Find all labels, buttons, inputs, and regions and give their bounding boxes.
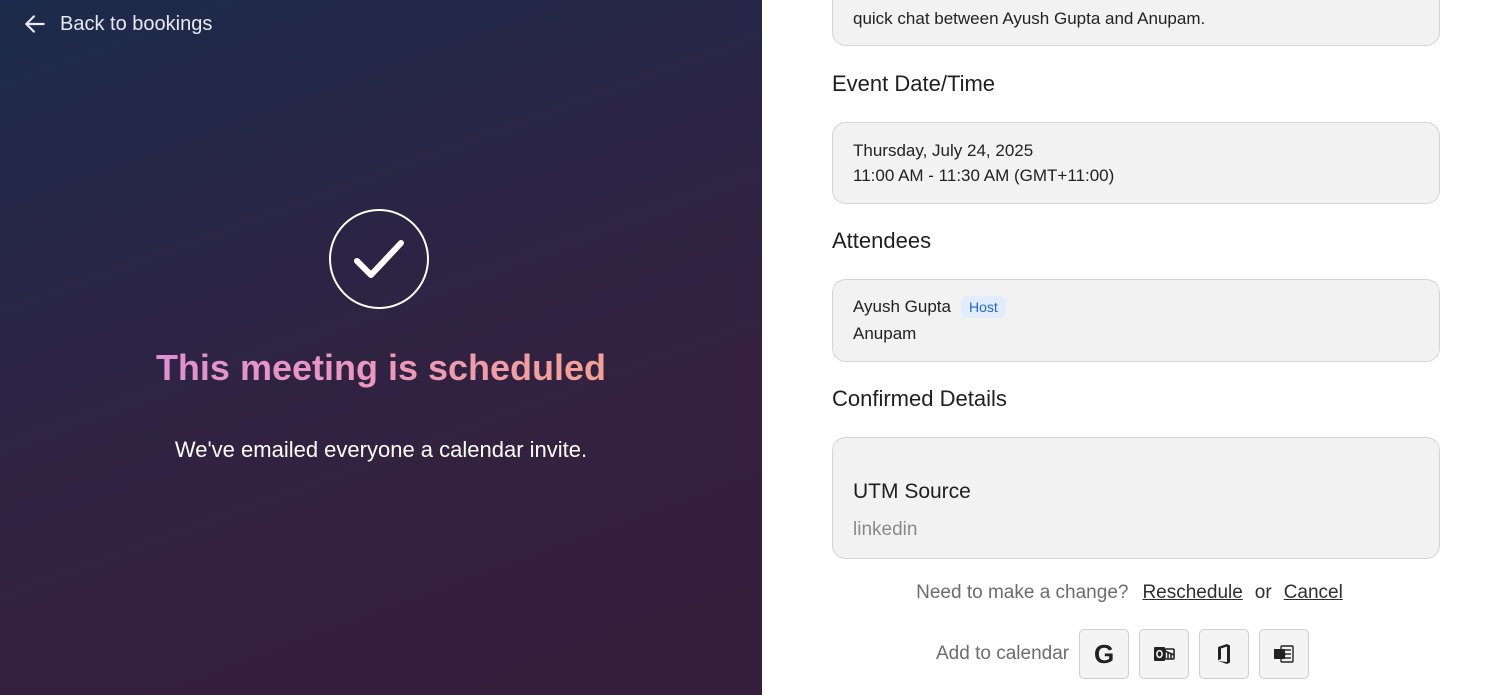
attendees-heading: Attendees <box>832 228 932 253</box>
back-to-bookings-label: Back to bookings <box>60 12 213 35</box>
utm-source-value: linkedin <box>853 519 918 540</box>
confirmation-panel: Back to bookings This meeting is schedul… <box>0 0 762 695</box>
ics-file-icon: ICS <box>1274 645 1294 663</box>
office365-icon <box>1218 644 1231 664</box>
event-datetime-heading: Event Date/Time <box>832 71 996 96</box>
confirmed-details-heading: Confirmed Details <box>832 386 1007 411</box>
booking-details-panel: quick chat between Ayush Gupta and Anupa… <box>762 0 1497 695</box>
event-date: Thursday, July 24, 2025 <box>853 141 1034 160</box>
add-to-calendar-label: Add to calendar <box>936 643 1070 664</box>
confirmed-details-box: UTM Source linkedin <box>832 437 1440 559</box>
attendee-name: Ayush Gupta <box>853 297 951 316</box>
change-prompt: Need to make a change? <box>916 582 1129 603</box>
description-box: quick chat between Ayush Gupta and Anupa… <box>832 0 1440 46</box>
arrow-left-icon <box>25 15 45 33</box>
add-google-calendar-button[interactable]: G <box>1079 629 1130 679</box>
add-to-calendar-row: Add to calendar G ICS <box>936 629 1310 679</box>
event-time: 11:00 AM - 11:30 AM (GMT+11:00) <box>853 166 1115 185</box>
attendee-name: Anupam <box>853 324 917 343</box>
change-booking-row: Need to make a change? Reschedule or Can… <box>762 582 1497 604</box>
utm-source-label: UTM Source <box>853 480 971 503</box>
add-outlook-calendar-button[interactable] <box>1139 629 1190 679</box>
or-separator: or <box>1254 582 1272 603</box>
outlook-icon <box>1154 647 1175 661</box>
event-datetime-box: Thursday, July 24, 2025 11:00 AM - 11:30… <box>832 122 1440 204</box>
svg-text:ICS: ICS <box>1275 653 1285 659</box>
success-check-icon <box>329 209 429 309</box>
back-to-bookings-link[interactable]: Back to bookings <box>22 10 212 38</box>
attendee-row: Ayush Gupta Host <box>853 296 1006 318</box>
description-text: quick chat between Ayush Gupta and Anupa… <box>853 9 1206 28</box>
attendees-box: Ayush Gupta Host Anupam <box>832 279 1440 362</box>
host-badge: Host <box>960 296 1006 318</box>
download-ics-button[interactable]: ICS <box>1259 629 1310 679</box>
reschedule-link[interactable]: Reschedule <box>1142 582 1242 604</box>
scheduled-headline: This meeting is scheduled <box>0 347 762 389</box>
cancel-link[interactable]: Cancel <box>1284 582 1343 604</box>
invite-sent-message: We've emailed everyone a calendar invite… <box>174 437 588 462</box>
add-office365-calendar-button[interactable] <box>1199 629 1250 679</box>
google-icon: G <box>1093 638 1115 669</box>
